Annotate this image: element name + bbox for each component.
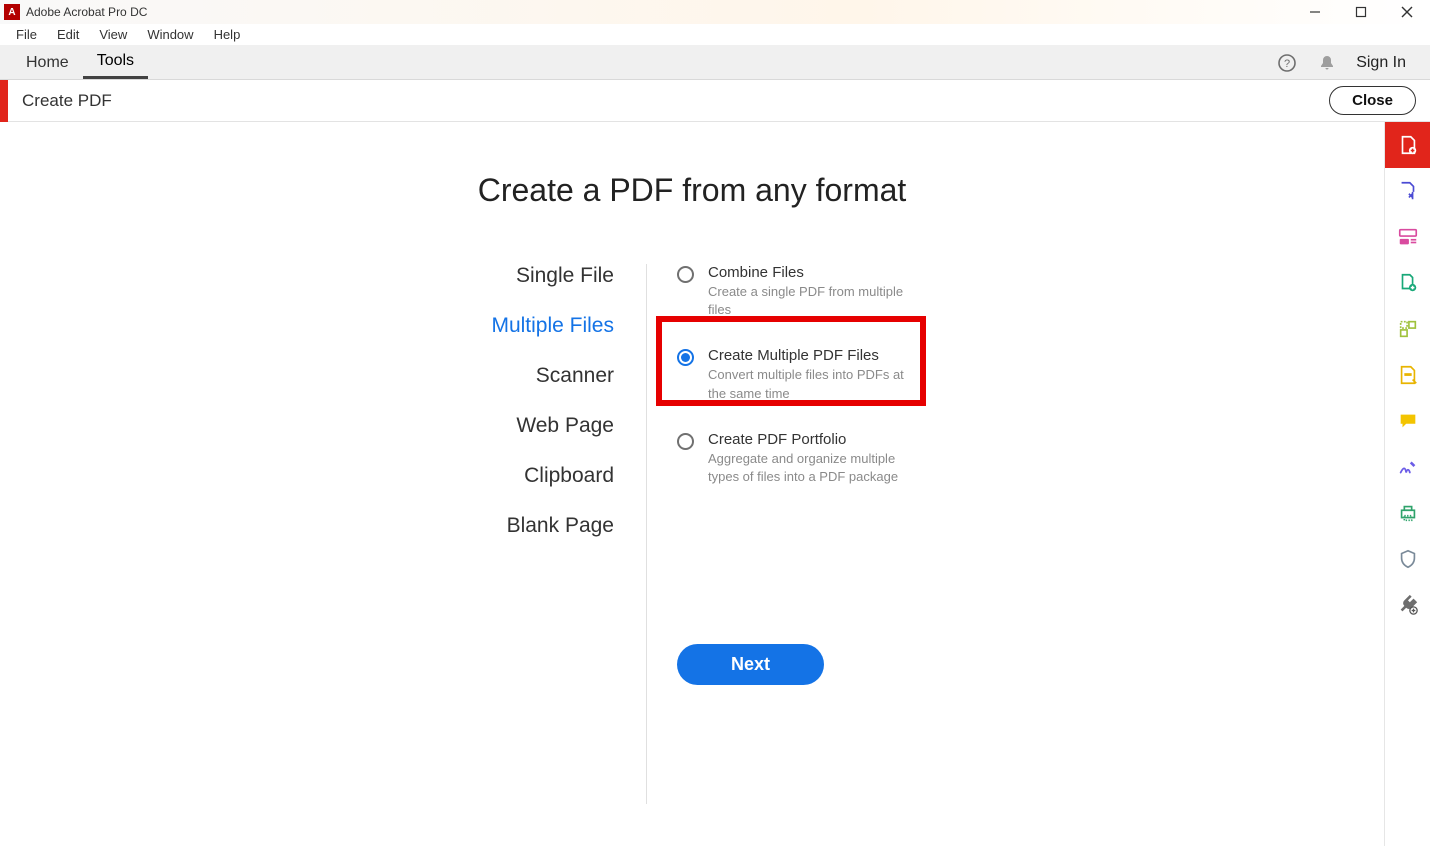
notifications-icon[interactable]	[1316, 52, 1338, 74]
source-scanner[interactable]: Scanner	[447, 364, 614, 388]
close-tool-button[interactable]: Close	[1329, 86, 1416, 115]
rail-sign-icon[interactable]	[1385, 444, 1430, 490]
app-title: Adobe Acrobat Pro DC	[26, 5, 147, 19]
main-panel: Create a PDF from any format Single File…	[0, 122, 1384, 846]
option-combine-desc: Create a single PDF from multiple files	[708, 283, 918, 319]
menu-view[interactable]: View	[89, 25, 137, 44]
option-portfolio-label: Create PDF Portfolio	[708, 431, 918, 448]
rail-create-pdf-icon[interactable]	[1385, 122, 1430, 168]
option-create-multiple[interactable]: Create Multiple PDF Files Convert multip…	[677, 347, 937, 402]
radio-combine-files[interactable]	[677, 266, 694, 283]
tool-accent-tab	[0, 80, 8, 122]
menu-edit[interactable]: Edit	[47, 25, 89, 44]
next-button[interactable]: Next	[677, 644, 824, 685]
sign-in-link[interactable]: Sign In	[1356, 54, 1418, 72]
source-clipboard[interactable]: Clipboard	[447, 464, 614, 488]
menubar: File Edit View Window Help	[0, 24, 1430, 46]
option-create-multiple-desc: Convert multiple files into PDFs at the …	[708, 366, 918, 402]
menu-file[interactable]: File	[6, 25, 47, 44]
tool-title: Create PDF	[22, 91, 112, 111]
rail-protect-icon[interactable]	[1385, 536, 1430, 582]
menu-window[interactable]: Window	[137, 25, 203, 44]
option-portfolio[interactable]: Create PDF Portfolio Aggregate and organ…	[677, 431, 937, 486]
rail-organize-icon[interactable]	[1385, 306, 1430, 352]
radio-portfolio[interactable]	[677, 433, 694, 450]
tab-home[interactable]: Home	[12, 48, 83, 78]
menu-help[interactable]: Help	[204, 25, 251, 44]
radio-create-multiple[interactable]	[677, 349, 694, 366]
rail-more-tools-icon[interactable]	[1385, 582, 1430, 628]
app-icon: A	[4, 4, 20, 20]
option-combine-label: Combine Files	[708, 264, 918, 281]
option-portfolio-desc: Aggregate and organize multiple types of…	[708, 450, 918, 486]
tab-tools[interactable]: Tools	[83, 46, 148, 79]
option-create-multiple-label: Create Multiple PDF Files	[708, 347, 918, 364]
minimize-button[interactable]	[1292, 0, 1338, 24]
rail-redact-icon[interactable]	[1385, 352, 1430, 398]
source-single-file[interactable]: Single File	[447, 264, 614, 288]
rail-export-pdf-icon[interactable]	[1385, 168, 1430, 214]
source-blank-page[interactable]: Blank Page	[447, 514, 614, 538]
tab-tools-label: Tools	[97, 52, 134, 69]
rail-print-icon[interactable]	[1385, 490, 1430, 536]
source-multiple-files[interactable]: Multiple Files	[447, 314, 614, 338]
tool-header: Create PDF Close	[0, 80, 1430, 122]
page-heading: Create a PDF from any format	[0, 172, 1384, 209]
right-tool-rail	[1384, 122, 1430, 846]
rail-edit-pdf-icon[interactable]	[1385, 214, 1430, 260]
titlebar: A Adobe Acrobat Pro DC	[0, 0, 1430, 24]
rail-comment-icon[interactable]	[1385, 398, 1430, 444]
source-web-page[interactable]: Web Page	[447, 414, 614, 438]
tabbar: Home Tools ? Sign In	[0, 46, 1430, 80]
window-controls	[1292, 0, 1430, 24]
help-icon[interactable]: ?	[1276, 52, 1298, 74]
source-type-list: Single File Multiple Files Scanner Web P…	[447, 264, 647, 804]
svg-text:?: ?	[1284, 58, 1290, 70]
maximize-button[interactable]	[1338, 0, 1384, 24]
rail-combine-icon[interactable]	[1385, 260, 1430, 306]
tab-home-label: Home	[26, 54, 69, 71]
option-combine-files[interactable]: Combine Files Create a single PDF from m…	[677, 264, 937, 319]
options-column: Combine Files Create a single PDF from m…	[647, 264, 937, 804]
close-window-button[interactable]	[1384, 0, 1430, 24]
